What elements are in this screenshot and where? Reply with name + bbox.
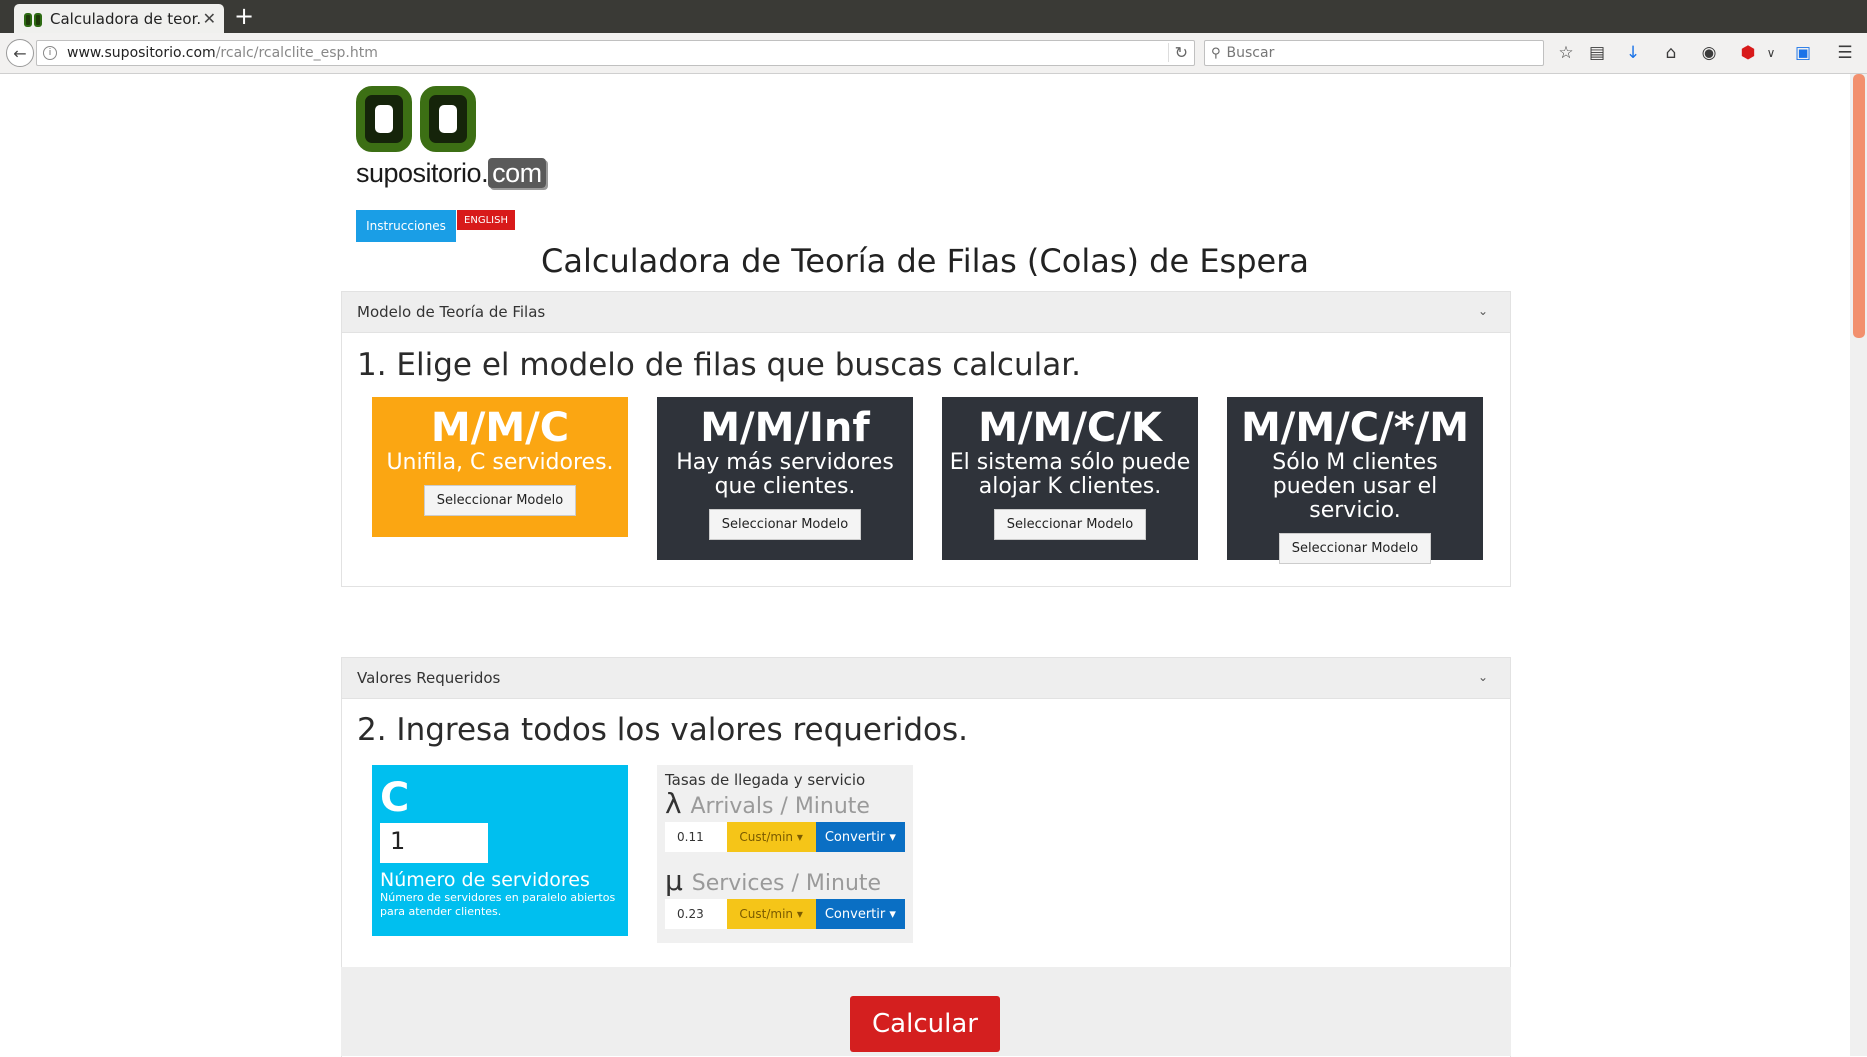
model-desc: Hay más servidores que clientes. [676,450,894,499]
service-unit-dropdown[interactable]: Cust/min ▾ [726,899,816,929]
chevron-down-icon[interactable]: ⌄ [1478,304,1488,318]
rates-card: Tasas de llegada y servicio λ Arrivals /… [657,765,913,943]
caret-down-icon: ▾ [889,906,896,922]
logo-digit [420,86,476,152]
service-rate-input[interactable]: 0.23 [665,899,727,929]
servers-help: Número de servidores en paralelo abierto… [380,891,616,918]
home-icon[interactable]: ⌂ [1660,42,1682,64]
model-desc: Sólo M clientes pueden usar el servicio. [1272,450,1438,523]
url-host: www.supositorio.com [67,45,216,61]
model-code: M/M/C [430,405,570,451]
step-1-title: 1. Elige el modelo de filas que buscas c… [357,347,1081,383]
site-favicon-icon [24,12,42,27]
model-code: M/M/C/*/M [1240,405,1470,451]
arrival-unit: Arrivals / Minute [690,794,870,819]
model-desc: El sistema sólo puede alojar K clientes. [949,450,1191,499]
servers-label: Número de servidores [380,869,590,891]
values-panel-header[interactable]: Valores Requeridos ⌄ [342,658,1510,699]
search-bar[interactable]: ⚲ Buscar [1204,40,1544,66]
search-icon: ⚲ [1211,45,1221,61]
back-button[interactable]: ← [6,39,34,67]
arrival-rate-input[interactable]: 0.11 [665,822,727,852]
model-desc: Unifila, C servidores. [386,450,614,475]
model-card-mminf[interactable]: M/M/Inf Hay más servidores que clientes.… [657,397,913,560]
lambda-symbol: λ [665,787,682,820]
browser-tab-bar: Calculadora de teor... ✕ + [0,0,1867,33]
tab-title: Calculadora de teor... [50,9,200,28]
servers-letter: C [380,775,410,821]
model-panel-header[interactable]: Modelo de Teoría de Filas ⌄ [342,292,1510,333]
back-arrow-icon: ← [13,43,27,63]
reload-icon[interactable]: ↻ [1167,43,1188,62]
logo-glyphs [356,86,546,152]
browser-tab[interactable]: Calculadora de teor... ✕ [14,4,224,33]
model-code: M/M/C/K [978,405,1162,451]
page-title: Calculadora de Teoría de Filas (Colas) d… [541,242,1309,280]
scrollbar-thumb[interactable] [1853,74,1865,338]
menu-icon[interactable]: ☰ [1834,42,1856,64]
caret-down-icon: ▾ [796,830,803,844]
servers-card: C 1 Número de servidores Número de servi… [372,765,628,936]
mu-symbol: μ [665,864,683,897]
service-rate-label: μ Services / Minute [665,866,905,899]
site-info-icon[interactable]: i [43,46,57,60]
caret-down-icon: ▾ [889,829,896,845]
new-tab-button[interactable]: + [234,4,254,28]
model-card-mmcm[interactable]: M/M/C/*/M Sólo M clientes pueden usar el… [1227,397,1483,564]
arrival-convert-label: Convertir [824,829,886,845]
model-card-mmck[interactable]: M/M/C/K El sistema sólo puede alojar K c… [942,397,1198,560]
select-model-button[interactable]: Seleccionar Modelo [1278,533,1432,564]
chevron-down-icon[interactable]: ⌄ [1478,670,1488,684]
extension-icon[interactable]: ▣ [1792,42,1814,64]
values-panel-heading: Valores Requeridos [357,669,501,687]
adblock-dropdown-icon[interactable]: ∨ [1760,42,1782,64]
rates-heading: Tasas de llegada y servicio [665,771,866,789]
calculate-button[interactable]: Calcular [850,996,1000,1052]
step-2-title: 2. Ingresa todos los valores requeridos. [357,712,968,748]
address-bar[interactable]: i www.supositorio.com/rcalc/rcalclite_es… [36,40,1195,66]
logo-text: supositorio. com [356,158,546,189]
calculate-area: Calcular [341,967,1511,1056]
model-card-mmc[interactable]: M/M/C Unifila, C servidores. Seleccionar… [372,397,628,537]
servers-input[interactable]: 1 [380,823,488,863]
service-convert-label: Convertir [824,906,886,922]
arrival-rate-row: 0.11 Cust/min ▾ Convertir ▾ [665,822,905,852]
model-panel-heading: Modelo de Teoría de Filas [357,303,546,321]
adblock-icon[interactable]: ⬢ [1737,42,1759,64]
url-text: www.supositorio.com/rcalc/rcalclite_esp.… [67,45,378,61]
browser-nav-bar: ← i www.supositorio.com/rcalc/rcalclite_… [0,33,1867,74]
logo-name: supositorio. [356,158,489,188]
page-scrollbar[interactable] [1850,74,1867,1056]
arrival-unit-label: Cust/min [739,830,794,844]
english-button[interactable]: ENGLISH [457,210,515,230]
download-icon[interactable]: ↓ [1622,42,1644,64]
search-placeholder: Buscar [1226,45,1275,61]
select-model-button[interactable]: Seleccionar Modelo [708,509,862,540]
service-rate-row: 0.23 Cust/min ▾ Convertir ▾ [665,899,905,929]
model-panel: Modelo de Teoría de Filas ⌄ 1. Elige el … [341,291,1511,587]
arrival-rate-label: λ Arrivals / Minute [665,789,905,822]
logo-digit [356,86,412,152]
instructions-button[interactable]: Instrucciones [356,210,456,242]
url-path: /rcalc/rcalclite_esp.htm [215,45,378,61]
caret-down-icon: ▾ [796,907,803,921]
tab-close-icon[interactable]: ✕ [203,9,216,28]
service-unit-label: Cust/min [739,907,794,921]
select-model-button[interactable]: Seleccionar Modelo [423,485,577,516]
pocket-icon[interactable]: ◉ [1698,42,1720,64]
arrival-convert-button[interactable]: Convertir ▾ [815,822,905,852]
bookmarks-list-icon[interactable]: ▤ [1586,42,1608,64]
select-model-button[interactable]: Seleccionar Modelo [993,509,1147,540]
arrival-unit-dropdown[interactable]: Cust/min ▾ [726,822,816,852]
site-logo[interactable]: supositorio. com [356,86,546,194]
logo-com: com [488,158,546,188]
model-code: M/M/Inf [700,405,870,451]
bookmark-star-icon[interactable]: ☆ [1555,42,1577,64]
service-convert-button[interactable]: Convertir ▾ [815,899,905,929]
service-unit: Services / Minute [691,871,882,896]
